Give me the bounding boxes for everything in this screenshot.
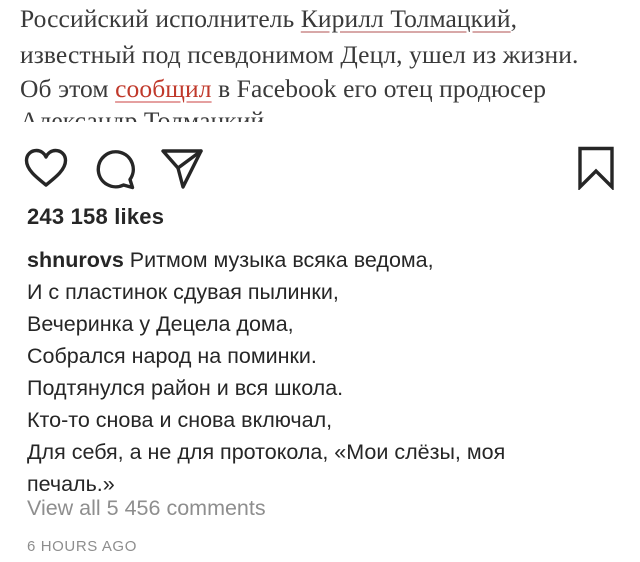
caption-username[interactable]: shnurovs [27,248,124,272]
article-excerpt: Российский исполнитель Кирилл Толмацкий,… [0,0,640,122]
article-text: Об этом [20,74,116,103]
post-action-bar [0,140,640,200]
share-icon[interactable] [160,148,204,190]
caption-line: Подтянулся район и вся школа. [27,376,344,400]
article-line-4: Александр Толмацкий. [20,106,271,122]
view-all-comments-link[interactable]: View all 5 456 comments [27,496,266,521]
post-timestamp: 6 HOURS AGO [27,538,137,555]
article-line-3: Об этом сообщил в Facebook его отец прод… [20,74,546,104]
caption-line: Для себя, а не для протокола, «Мои слёзы… [27,440,506,464]
article-source-link[interactable]: сообщил [115,74,212,103]
caption-line: Кто-то снова и снова включал, [27,408,333,432]
post-caption: shnurovs Ритмом музыка всяка ведома, И с… [27,244,505,500]
article-line-2: известный под псевдонимом Децл, ушел из … [20,40,579,69]
caption-line: shnurovs Ритмом музыка всяка ведома, [27,244,505,276]
caption-line: Собрался народ на поминки. [27,344,317,368]
article-text: в Facebook его отец продюсер [211,74,547,103]
article-text: , [510,4,518,33]
caption-line: Вечеринка у Децела дома, [27,312,294,336]
caption-line: И с пластинок сдувая пылинки, [27,280,339,304]
article-name-link[interactable]: Кирилл Толмацкий [301,4,511,33]
heart-icon[interactable] [24,148,68,188]
bookmark-icon[interactable] [577,146,615,190]
likes-count[interactable]: 243 158 likes [27,204,164,230]
article-line-1: Российский исполнитель Кирилл Толмацкий, [20,4,517,34]
article-text: Российский исполнитель [20,4,301,33]
caption-text: Ритмом музыка всяка ведома, [129,248,434,272]
comment-icon[interactable] [94,148,136,190]
